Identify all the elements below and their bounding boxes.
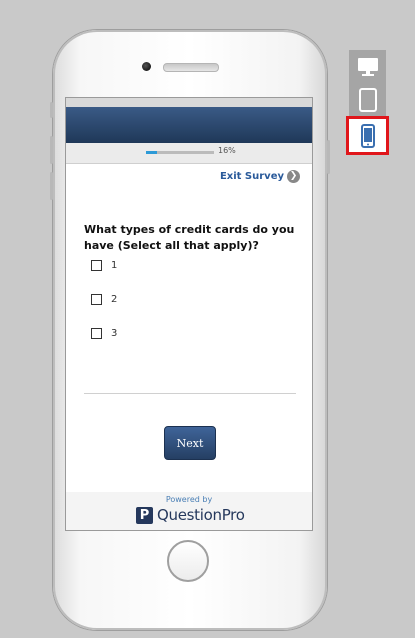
exit-survey-link[interactable]: Exit Survey ❯ — [220, 170, 300, 183]
option-2[interactable]: 2 — [91, 294, 117, 305]
checkbox[interactable] — [91, 260, 102, 271]
checkbox[interactable] — [91, 328, 102, 339]
option-label: 3 — [111, 328, 118, 339]
powered-by-text: Powered by — [165, 495, 213, 504]
device-selector — [346, 50, 389, 158]
survey-header — [66, 107, 312, 143]
option-3[interactable]: 3 — [91, 328, 117, 339]
power-button — [327, 140, 330, 174]
questionpro-logo: P QuestionPro — [136, 506, 245, 524]
brand-name: QuestionPro — [157, 506, 245, 524]
silent-switch — [50, 102, 53, 118]
divider — [84, 393, 296, 394]
option-label: 2 — [111, 294, 118, 305]
option-1[interactable]: 1 — [91, 260, 117, 271]
exit-survey-label: Exit Survey — [219, 171, 284, 182]
volume-up-button — [50, 136, 53, 164]
questionpro-logo-mark: P — [136, 506, 153, 524]
chevron-right-icon: ❯ — [287, 170, 300, 183]
status-strip — [66, 98, 312, 107]
survey-screen: 16% Exit Survey ❯ What types of credit c… — [65, 97, 313, 531]
desktop-view-button[interactable] — [349, 50, 386, 83]
question-text: What types of credit cards do you have (… — [84, 223, 295, 252]
volume-down-button — [50, 172, 53, 200]
progress-row: 16% — [66, 143, 312, 164]
desktop-icon — [357, 57, 378, 76]
phone-icon — [360, 123, 375, 148]
progress-percent: 16% — [218, 146, 236, 155]
earpiece-speaker — [163, 63, 219, 72]
next-button[interactable]: Next — [164, 426, 216, 460]
front-camera — [142, 62, 151, 71]
tablet-view-button[interactable] — [349, 83, 386, 116]
phone-view-button[interactable] — [346, 116, 389, 155]
tablet-icon — [358, 87, 377, 112]
progress-bar — [146, 151, 214, 154]
progress-fill — [146, 151, 157, 154]
footer: Powered by P QuestionPro — [66, 492, 312, 530]
checkbox[interactable] — [91, 294, 102, 305]
home-button[interactable] — [167, 540, 209, 582]
survey-content: Exit Survey ❯ What types of credit cards… — [66, 164, 312, 492]
option-label: 1 — [111, 260, 118, 271]
